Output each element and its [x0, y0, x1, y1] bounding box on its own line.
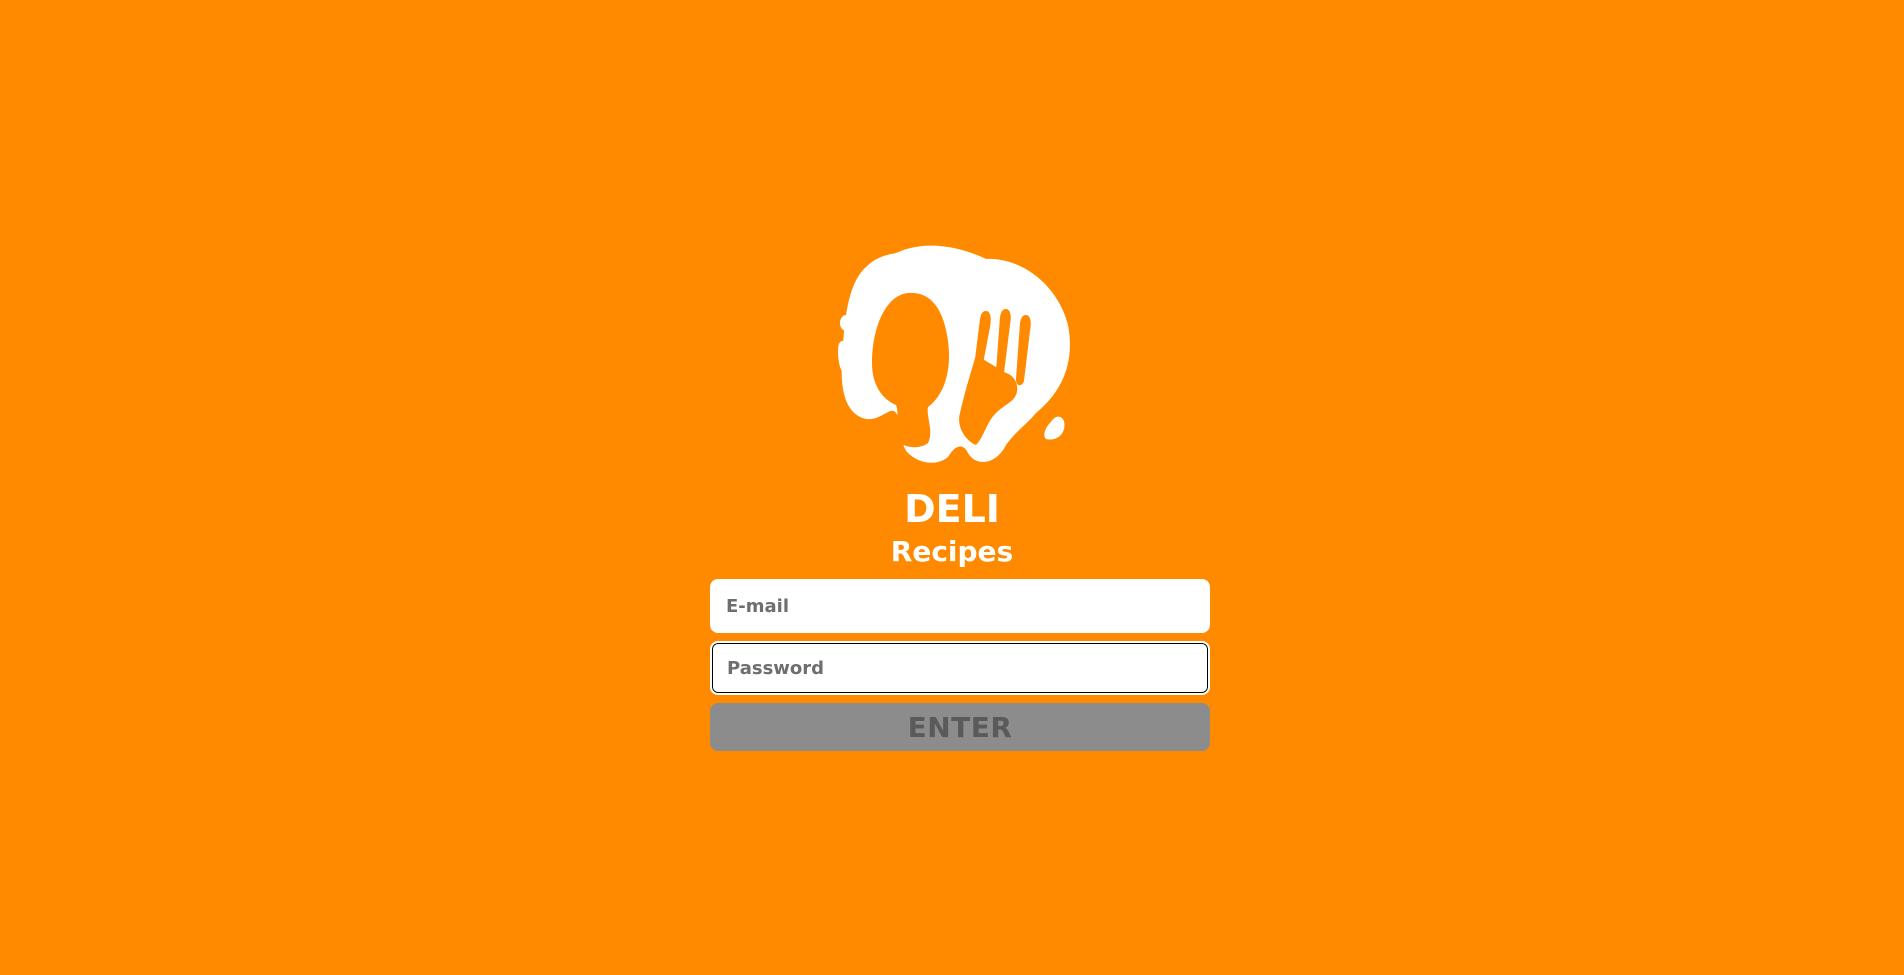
- enter-button[interactable]: ENTER: [710, 703, 1210, 751]
- spoon-fork-icon: [836, 245, 1072, 467]
- email-field[interactable]: [710, 579, 1210, 633]
- app-subtitle: Recipes: [890, 535, 1014, 568]
- password-field[interactable]: [710, 641, 1210, 695]
- app-title: DELI: [904, 487, 1000, 531]
